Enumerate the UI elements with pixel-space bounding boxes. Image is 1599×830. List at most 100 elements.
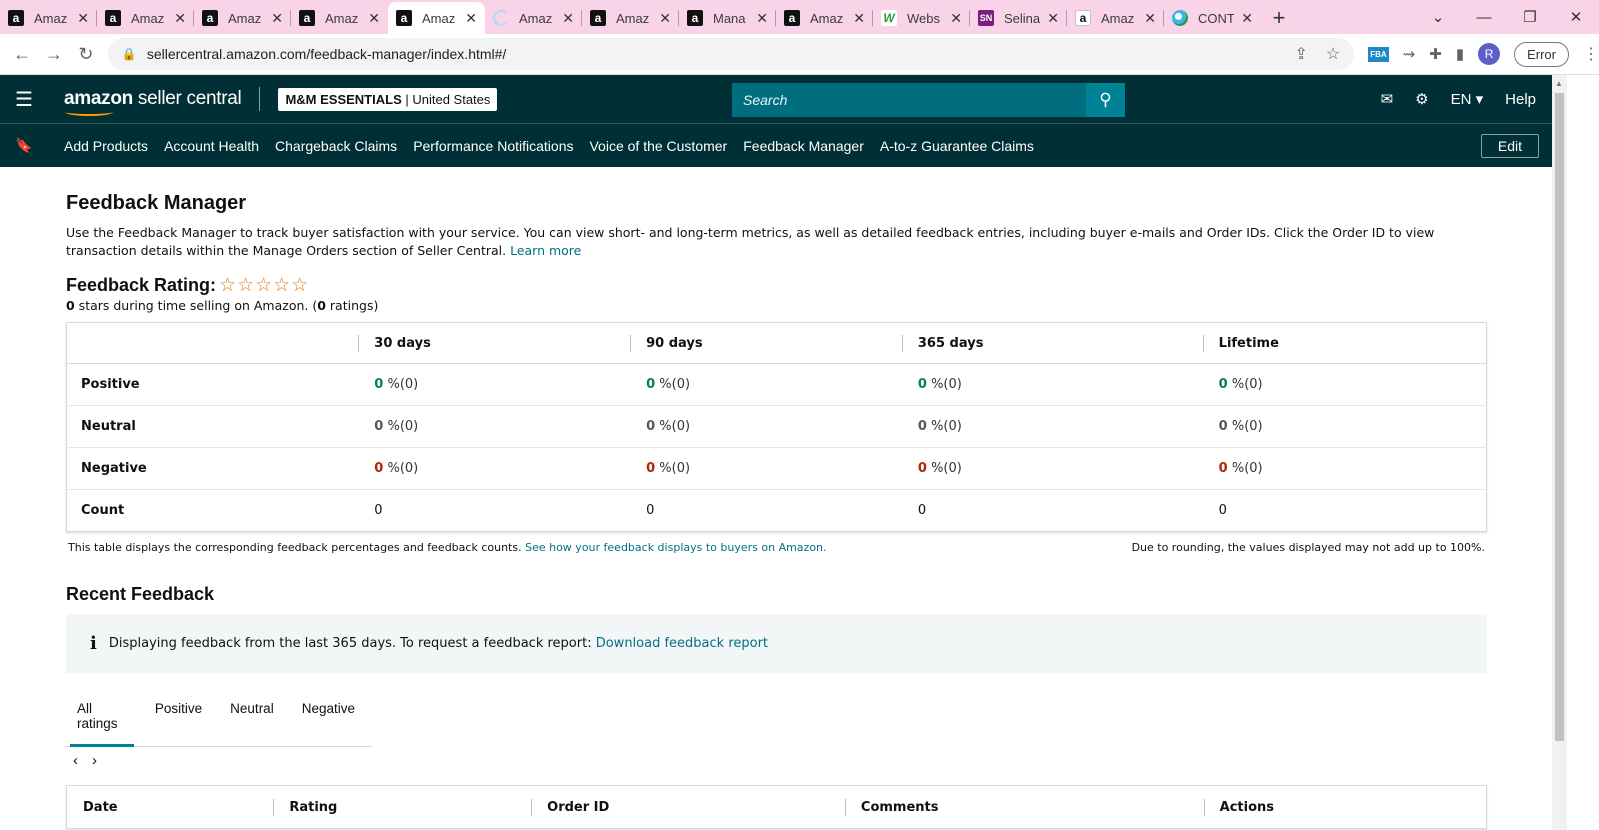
gear-icon[interactable]: ⚙	[1415, 90, 1428, 108]
scrollbar-thumb[interactable]	[1555, 93, 1564, 741]
store-selector[interactable]: M&M ESSENTIALS | United States	[278, 87, 498, 111]
back-icon[interactable]: ←	[6, 44, 38, 65]
edge-icon	[1172, 10, 1188, 26]
hamburger-menu-icon[interactable]: ☰	[0, 87, 48, 112]
browser-tab[interactable]: a Amaz ✕	[194, 2, 291, 34]
nav-account-health[interactable]: Account Health	[164, 138, 259, 154]
table-note: This table displays the corresponding fe…	[68, 541, 1485, 554]
amazon-icon: a	[202, 10, 218, 26]
mail-icon[interactable]: ✉	[1381, 90, 1394, 108]
reload-icon[interactable]: ↻	[70, 44, 102, 65]
browser-tab[interactable]: SN Selina ✕	[970, 2, 1067, 34]
column-header: Date	[83, 799, 118, 815]
info-icon: i	[90, 633, 97, 654]
star-icon[interactable]: ☆	[1326, 44, 1340, 64]
column-header: Comments	[844, 786, 1204, 829]
rating-title: Feedback Rating:	[66, 275, 217, 295]
restore-icon[interactable]: ❐	[1507, 8, 1553, 26]
close-icon[interactable]: ✕	[77, 10, 89, 27]
browser-tab[interactable]: a Amaz ✕	[776, 2, 873, 34]
forward-icon[interactable]: →	[38, 44, 70, 65]
chevron-right-icon[interactable]: ›	[92, 752, 97, 769]
close-icon[interactable]: ✕	[1047, 10, 1059, 27]
nav-add-products[interactable]: Add Products	[64, 138, 148, 154]
download-feedback-report-link[interactable]: Download feedback report	[596, 636, 768, 651]
close-icon[interactable]: ✕	[465, 10, 477, 27]
amazon-icon: a	[105, 10, 121, 26]
amazon-icon: a	[1075, 10, 1091, 26]
rating-summary: 0 stars during time selling on Amazon. (…	[66, 298, 379, 313]
close-icon[interactable]: ✕	[174, 10, 186, 27]
browser-tab[interactable]: a Amaz ✕	[291, 2, 388, 34]
browser-tab[interactable]: a Amaz ✕	[97, 2, 194, 34]
search-icon: ⚲	[1099, 90, 1112, 109]
feedback-rating: Feedback Rating: ☆☆☆☆☆	[66, 274, 1487, 297]
nav-performance-notifications[interactable]: Performance Notifications	[413, 138, 573, 154]
search-input[interactable]: Search	[732, 83, 1086, 117]
close-icon[interactable]: ✕	[950, 10, 962, 27]
browser-tab[interactable]: W Webs ✕	[873, 2, 970, 34]
puzzle-icon[interactable]: ✚	[1429, 45, 1442, 63]
bookmark-icon[interactable]: 🔖	[0, 137, 48, 154]
amazon-icon: a	[784, 10, 800, 26]
error-button[interactable]: Error	[1514, 41, 1569, 67]
tab-positive[interactable]: Positive	[144, 693, 213, 746]
close-icon[interactable]: ✕	[756, 10, 768, 27]
feedback-display-link[interactable]: See how your feedback displays to buyers…	[525, 541, 826, 554]
column-header: 30 days	[358, 322, 631, 364]
menu-icon[interactable]: ⋮	[1583, 44, 1599, 64]
column-header: 365 days	[901, 322, 1203, 364]
nav-a-to-z-claims[interactable]: A-to-z Guarantee Claims	[880, 138, 1034, 154]
close-icon[interactable]: ✕	[853, 10, 865, 27]
browser-tab-active[interactable]: a Amaz ✕	[388, 2, 485, 34]
lock-icon[interactable]: 🔒	[122, 47, 137, 61]
browser-tab[interactable]: a Amaz ✕	[582, 2, 679, 34]
tab-all-ratings[interactable]: All ratings	[66, 693, 138, 747]
share-icon[interactable]: ⇪	[1294, 44, 1307, 64]
close-icon[interactable]: ✕	[659, 10, 671, 27]
seller-central-logo[interactable]: amazon seller central	[48, 88, 242, 116]
profile-avatar[interactable]: R	[1478, 43, 1501, 65]
window-controls: ⌄ — ❐ ✕	[1415, 0, 1599, 34]
learn-more-link[interactable]: Learn more	[510, 243, 581, 258]
page-title: Feedback Manager	[66, 192, 247, 214]
search-button[interactable]: ⚲	[1086, 83, 1125, 117]
fba-extension-icon[interactable]: FBA	[1368, 46, 1389, 62]
help-link[interactable]: Help	[1505, 91, 1536, 108]
column-header: 90 days	[630, 322, 902, 364]
address-bar[interactable]: 🔒 sellercentral.amazon.com/feedback-mana…	[107, 38, 1355, 70]
new-tab-button[interactable]: +	[1261, 2, 1297, 34]
close-icon[interactable]: ✕	[368, 10, 380, 27]
nav-feedback-manager[interactable]: Feedback Manager	[743, 138, 864, 154]
intro-text: Use the Feedback Manager to track buyer …	[66, 225, 1435, 258]
browser-tab[interactable]: a Amaz ✕	[1067, 2, 1164, 34]
close-window-icon[interactable]: ✕	[1553, 8, 1599, 26]
browser-tab[interactable]: CONT ✕	[1164, 2, 1261, 34]
minimize-icon[interactable]: —	[1461, 9, 1507, 26]
browser-tab[interactable]: a Mana ✕	[679, 2, 776, 34]
page-scrollbar[interactable]: ▲	[1552, 75, 1567, 830]
tab-neutral[interactable]: Neutral	[219, 693, 285, 746]
chevron-left-icon[interactable]: ‹	[73, 752, 78, 769]
main-content: Feedback Manager Use the Feedback Manage…	[66, 167, 1487, 829]
close-icon[interactable]: ✕	[1144, 10, 1156, 27]
browser-tab-strip: a Amaz ✕ a Amaz ✕ a Amaz ✕ a Amaz ✕ a Amaz ✕ Amaz ✕…	[0, 0, 1599, 34]
browser-toolbar: ← → ↻ 🔒 sellercentral.amazon.com/feedbac…	[0, 34, 1599, 75]
close-icon[interactable]: ✕	[271, 10, 283, 27]
browser-tab[interactable]: a Amaz ✕	[0, 2, 97, 34]
chevron-down-icon[interactable]: ⌄	[1415, 8, 1461, 26]
pagination: ‹ ›	[66, 752, 1487, 769]
close-icon[interactable]: ✕	[1241, 10, 1253, 27]
edit-button[interactable]: Edit	[1480, 134, 1539, 158]
language-selector[interactable]: EN ▾	[1451, 90, 1484, 108]
nav-voice-of-customer[interactable]: Voice of the Customer	[589, 138, 727, 154]
extension-icon[interactable]: ⇝	[1403, 45, 1416, 63]
close-icon[interactable]: ✕	[562, 10, 574, 27]
nav-chargeback-claims[interactable]: Chargeback Claims	[275, 138, 397, 154]
table-row: Positive 0 %(0) 0 %(0) 0 %(0) 0 %(0)	[66, 363, 1487, 406]
side-panel-icon[interactable]: ▮	[1456, 45, 1464, 63]
browser-tab[interactable]: Amaz ✕	[485, 2, 582, 34]
table-header-row: 30 days 90 days 365 days Lifetime	[66, 322, 1487, 364]
table-row: Negative 0 %(0) 0 %(0) 0 %(0) 0 %(0)	[66, 447, 1487, 490]
tab-negative[interactable]: Negative	[291, 693, 366, 746]
